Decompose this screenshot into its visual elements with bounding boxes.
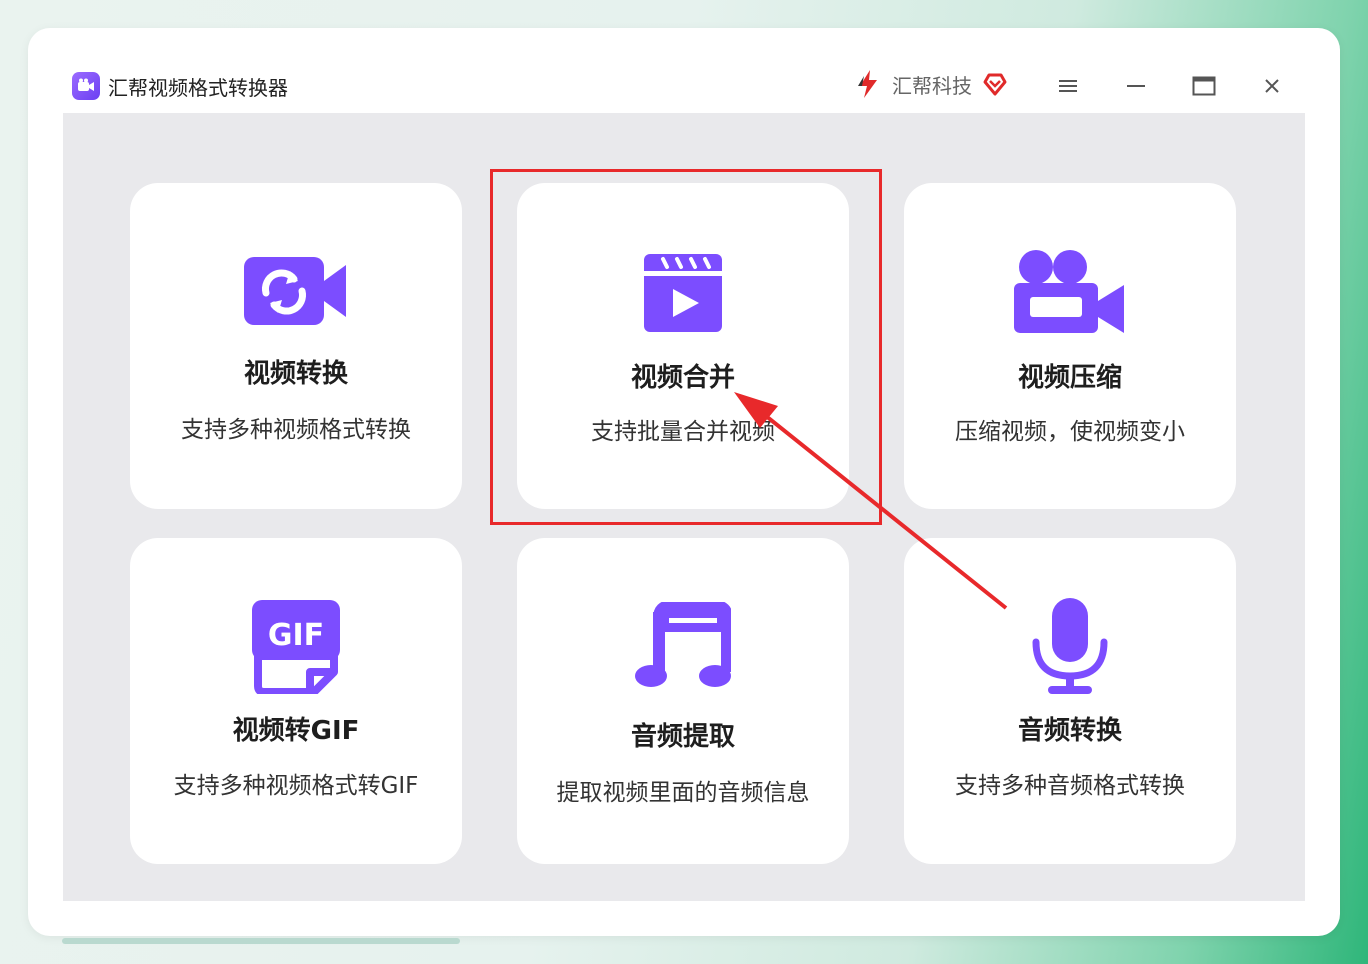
title-bar: 汇帮视频格式转换器 汇帮科技 (62, 60, 1306, 112)
card-description: 提取视频里面的音频信息 (556, 780, 810, 806)
maximize-icon (1192, 76, 1216, 96)
card-title: 视频合并 (630, 363, 735, 393)
clapperboard-icon (517, 253, 849, 333)
video-camera-icon (904, 249, 1236, 333)
card-title: 视频压缩 (1017, 363, 1122, 393)
card-title: 视频转换 (243, 359, 348, 389)
maximize-button[interactable] (1186, 68, 1222, 104)
card-description: 支持多种视频格式转换 (181, 417, 411, 443)
card-audio-extract[interactable]: 音频提取 提取视频里面的音频信息 (517, 538, 849, 864)
card-title: 音频提取 (630, 722, 735, 752)
minimize-icon (1127, 85, 1145, 87)
card-video-compress[interactable]: 视频压缩 压缩视频，使视频变小 (904, 183, 1236, 509)
music-note-icon (517, 602, 849, 690)
card-audio-convert[interactable]: 音频转换 支持多种音频格式转换 (904, 538, 1236, 864)
gif-icon-label: GIF (268, 618, 324, 653)
card-description: 支持多种音频格式转换 (955, 773, 1185, 799)
card-description: 压缩视频，使视频变小 (955, 419, 1185, 445)
menu-icon (1059, 80, 1077, 92)
main-content: 视频转换 支持多种视频格式转换 视频合并 支持批量合并视频 视频压缩 压缩视频，… (63, 113, 1305, 901)
brand-area[interactable]: 汇帮科技 (852, 68, 1008, 100)
card-title: 音频转换 (1017, 716, 1122, 746)
app-logo-icon (72, 72, 100, 100)
brand-name: 汇帮科技 (892, 73, 972, 98)
horizontal-scrollbar[interactable] (62, 938, 460, 944)
close-icon (1265, 79, 1279, 93)
card-description: 支持多种视频格式转GIF (173, 773, 419, 799)
menu-button[interactable] (1050, 68, 1086, 104)
card-title: 视频转GIF (232, 716, 360, 746)
card-video-merge[interactable]: 视频合并 支持批量合并视频 (517, 183, 849, 509)
minimize-button[interactable] (1118, 68, 1154, 104)
app-title: 汇帮视频格式转换器 (108, 75, 288, 100)
microphone-icon (904, 598, 1236, 696)
gif-icon: GIF (130, 600, 462, 694)
close-button[interactable] (1254, 68, 1290, 104)
card-description: 支持批量合并视频 (591, 419, 775, 445)
brand-logo-icon (858, 70, 877, 98)
card-video-convert[interactable]: 视频转换 支持多种视频格式转换 (130, 183, 462, 509)
heart-diamond-icon[interactable] (982, 71, 1008, 97)
video-convert-icon (130, 255, 462, 327)
card-video-to-gif[interactable]: GIF 视频转GIF 支持多种视频格式转GIF (130, 538, 462, 864)
